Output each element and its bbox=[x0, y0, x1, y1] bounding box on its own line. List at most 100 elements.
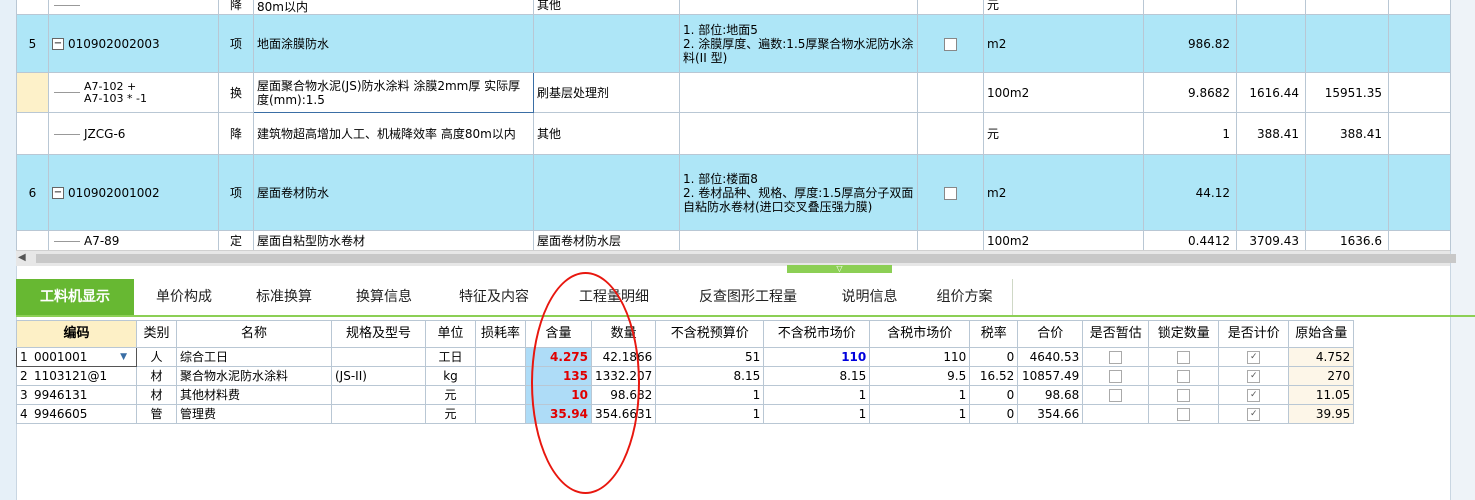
material-unit: 元 bbox=[425, 385, 476, 405]
priced-checkbox[interactable]: ✓ bbox=[1247, 408, 1261, 421]
provisional-checkbox[interactable] bbox=[1109, 351, 1123, 364]
left-panel-strip bbox=[0, 0, 17, 500]
table-row[interactable]: 2 1103121@1 材聚合物水泥防水涂料 (JS-II) kg 135 1332.207… bbox=[16, 366, 1355, 386]
item-name[interactable]: 屋面聚合物水泥(JS)防水涂料 涂膜2mm厚 实际厚度(mm):1.5 bbox=[253, 72, 534, 113]
budget-price: 1 bbox=[655, 385, 765, 405]
tab-pricing-plan[interactable]: 组价方案 bbox=[917, 279, 1013, 315]
row-number: 3 bbox=[20, 388, 28, 402]
column-header[interactable]: 类别 bbox=[136, 320, 177, 348]
item-name: 屋面卷材防水 bbox=[253, 154, 534, 231]
annotation-circle bbox=[531, 272, 640, 494]
material-type: 人 bbox=[136, 347, 177, 367]
total-price: 354.66 bbox=[1017, 404, 1084, 424]
item-name: 80m以内 bbox=[253, 0, 534, 15]
tab-reverse-lookup[interactable]: 反查图形工程量 bbox=[674, 279, 823, 315]
material-spec bbox=[331, 385, 426, 405]
column-header[interactable]: 损耗率 bbox=[475, 320, 526, 348]
row-number: 2 bbox=[20, 369, 28, 383]
material-name: 其他材料费 bbox=[176, 385, 332, 405]
table-row[interactable]: A7-102 + A7-103 * -1 换 屋面聚合物水泥(JS)防水涂料 涂… bbox=[16, 72, 1451, 113]
collapse-icon[interactable]: − bbox=[52, 38, 64, 50]
item-code: JZCG-6 bbox=[84, 126, 126, 141]
loss-rate[interactable] bbox=[475, 366, 526, 386]
scrollbar-thumb[interactable] bbox=[36, 254, 1456, 263]
lock-quantity-checkbox[interactable] bbox=[1177, 370, 1191, 383]
tax-rate: 0 bbox=[969, 404, 1019, 424]
column-header[interactable]: 是否计价 bbox=[1218, 320, 1290, 348]
budget-price: 1 bbox=[655, 404, 765, 424]
tax-market-price: 9.5 bbox=[869, 366, 971, 386]
total-price: 4640.53 bbox=[1017, 347, 1084, 367]
priced-checkbox[interactable]: ✓ bbox=[1247, 389, 1261, 402]
loss-rate[interactable] bbox=[475, 347, 526, 367]
tax-rate: 16.52 bbox=[969, 366, 1019, 386]
panel-splitter-handle[interactable]: ▽ bbox=[787, 265, 892, 273]
row-index: 5 bbox=[16, 14, 49, 73]
provisional-checkbox[interactable] bbox=[1109, 389, 1123, 402]
checkbox[interactable] bbox=[944, 186, 957, 200]
material-spec bbox=[331, 347, 426, 367]
row-number: 1 bbox=[20, 350, 28, 364]
material-type: 材 bbox=[136, 366, 177, 386]
collapse-icon[interactable]: − bbox=[52, 187, 64, 199]
tax-rate: 0 bbox=[969, 347, 1019, 367]
column-header[interactable]: 规格及型号 bbox=[331, 320, 426, 348]
tab-material-machine[interactable]: 工料机显示 bbox=[16, 279, 135, 315]
column-header[interactable]: 锁定数量 bbox=[1148, 320, 1220, 348]
table-row[interactable]: 3 9946131 材其他材料费元 10 98.682 1 1 1 0 98.68 ✓ 11.05 bbox=[16, 385, 1355, 405]
budget-price: 8.15 bbox=[655, 366, 765, 386]
lock-quantity-checkbox[interactable] bbox=[1177, 408, 1191, 421]
material-unit: kg bbox=[425, 366, 476, 386]
dropdown-arrow-icon[interactable]: ▼ bbox=[120, 349, 127, 366]
right-panel-strip bbox=[1450, 0, 1475, 500]
table-row[interactable]: 降 80m以内 其他 元 bbox=[16, 0, 1451, 15]
detail-tab-bar: 工料机显示 单价构成 标准换算 换算信息 特征及内容 工程量明细 反查图形工程量… bbox=[16, 279, 1475, 317]
horizontal-scrollbar[interactable]: ◀ bbox=[16, 250, 1456, 266]
tab-description[interactable]: 说明信息 bbox=[822, 279, 918, 315]
table-row[interactable]: 5 −010902002003 项 地面涂膜防水 1. 部位:地面5 2. 涂膜… bbox=[16, 14, 1451, 73]
item-feature: 1. 部位:地面5 2. 涂膜厚度、遍数:1.5厚聚合物水泥防水涂料(II 型) bbox=[679, 14, 918, 73]
checkbox[interactable] bbox=[944, 37, 957, 51]
lock-quantity-checkbox[interactable] bbox=[1177, 351, 1191, 364]
material-code: 1103121@1 bbox=[34, 369, 108, 383]
market-price[interactable]: 1 bbox=[763, 385, 871, 405]
item-name: 建筑物超高增加人工、机械降效率 高度80m以内 bbox=[253, 112, 534, 155]
item-name: 地面涂膜防水 bbox=[253, 14, 534, 73]
priced-checkbox[interactable]: ✓ bbox=[1247, 370, 1261, 383]
loss-rate[interactable] bbox=[475, 385, 526, 405]
table-row[interactable]: 4 9946605 管管理费元 35.94 354.6631 1 1 1 0 354.66 ✓ 39.… bbox=[16, 404, 1355, 424]
item-grid: 降 80m以内 其他 元 5 −010902002003 项 地面涂膜防水 1.… bbox=[16, 0, 1451, 251]
original-content: 270 bbox=[1288, 366, 1355, 386]
item-code: 010902002003 bbox=[68, 36, 160, 51]
lock-quantity-checkbox[interactable] bbox=[1177, 389, 1191, 402]
provisional-checkbox[interactable] bbox=[1109, 370, 1123, 383]
market-price[interactable]: 1 bbox=[763, 404, 871, 424]
column-header[interactable]: 名称 bbox=[176, 320, 332, 348]
priced-checkbox[interactable]: ✓ bbox=[1247, 351, 1261, 364]
item-feature: 1. 部位:楼面8 2. 卷材品种、规格、厚度:1.5厚高分子双面自粘防水卷材(… bbox=[679, 154, 918, 231]
tab-unit-price[interactable]: 单价构成 bbox=[134, 279, 235, 315]
market-price[interactable]: 8.15 bbox=[763, 366, 871, 386]
table-row[interactable]: A7-89 定 屋面自粘型防水卷材 屋面卷材防水层 100m2 0.4412 3… bbox=[16, 230, 1451, 251]
column-header[interactable]: 是否暂估 bbox=[1082, 320, 1150, 348]
column-header[interactable]: 编码 bbox=[16, 320, 137, 348]
column-header[interactable]: 不含税市场价 bbox=[763, 320, 871, 348]
column-header[interactable]: 单位 bbox=[425, 320, 476, 348]
column-header[interactable]: 合价 bbox=[1017, 320, 1084, 348]
market-price[interactable]: 110 bbox=[763, 347, 871, 367]
column-header[interactable]: 含税市场价 bbox=[869, 320, 971, 348]
table-row[interactable]: 1 0001001 ▼ 人综合工日 工日 4.275 42.1866 51 110 110 0 464… bbox=[16, 347, 1355, 367]
column-header[interactable]: 不含税预算价 bbox=[655, 320, 765, 348]
tax-rate: 0 bbox=[969, 385, 1019, 405]
tab-features[interactable]: 特征及内容 bbox=[434, 279, 555, 315]
table-row[interactable]: JZCG-6 降 建筑物超高增加人工、机械降效率 高度80m以内 其他 元 1 … bbox=[16, 112, 1451, 155]
column-header[interactable]: 税率 bbox=[969, 320, 1019, 348]
column-header[interactable]: 原始含量 bbox=[1288, 320, 1355, 348]
material-spec: (JS-II) bbox=[331, 366, 426, 386]
tab-conversion-info[interactable]: 换算信息 bbox=[334, 279, 435, 315]
table-row[interactable]: 6 −010902001002 项 屋面卷材防水 1. 部位:楼面8 2. 卷材… bbox=[16, 154, 1451, 231]
item-code: A7-102 + A7-103 * -1 bbox=[84, 79, 147, 105]
tab-standard-conversion[interactable]: 标准换算 bbox=[234, 279, 335, 315]
scroll-left-icon[interactable]: ◀ bbox=[18, 252, 26, 263]
loss-rate[interactable] bbox=[475, 404, 526, 424]
